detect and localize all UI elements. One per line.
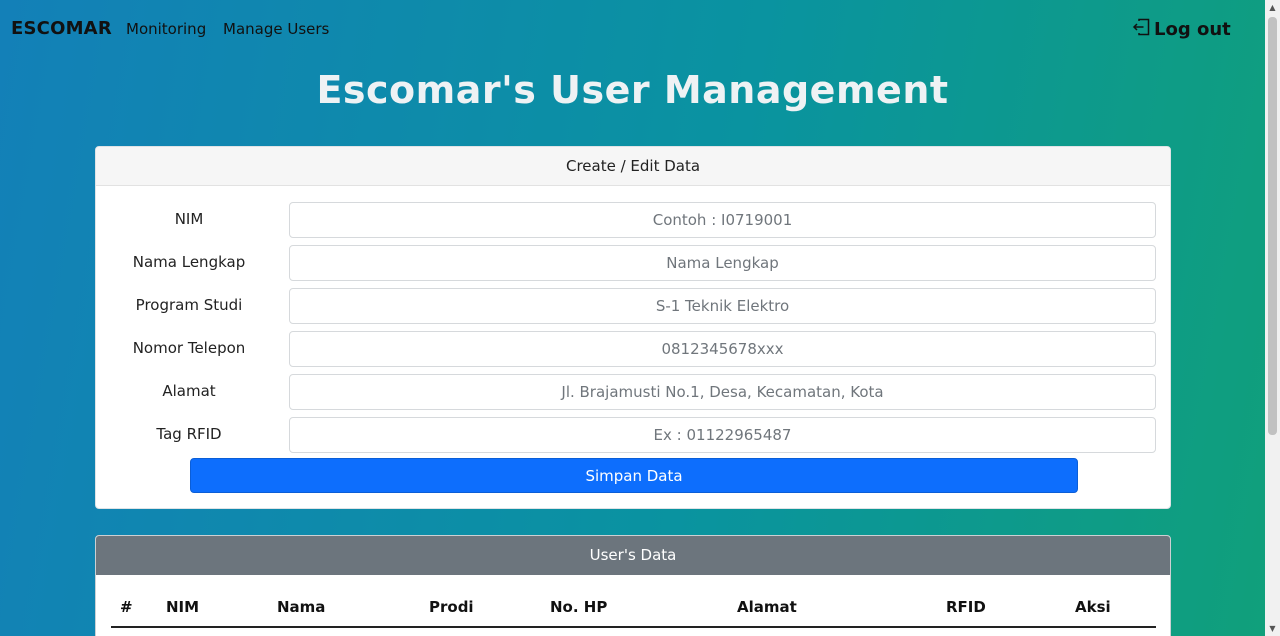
logout-button[interactable]: Log out [1131, 17, 1231, 42]
nav-link-manage-users[interactable]: Manage Users [223, 20, 329, 38]
scroll-up-arrow-icon[interactable]: ▲ [1265, 0, 1280, 15]
column-header-rfid: RFID [946, 598, 986, 616]
form-row-rfid: Tag RFID [96, 417, 1170, 453]
column-header-number: # [120, 598, 133, 616]
nim-label: NIM [174, 210, 204, 228]
program-studi-label: Program Studi [135, 296, 243, 314]
form-row-nim: NIM [96, 202, 1170, 238]
nama-lengkap-label: Nama Lengkap [132, 253, 246, 271]
program-studi-input[interactable] [289, 288, 1156, 324]
nama-lengkap-input[interactable] [289, 245, 1156, 281]
create-edit-header: Create / Edit Data [96, 147, 1170, 186]
column-header-nama: Nama [277, 598, 326, 616]
column-header-nim: NIM [166, 598, 200, 616]
table-header-row: # NIM Nama Prodi No. HP Alamat RFID Aksi [111, 592, 1156, 628]
form-row-telepon: Nomor Telepon [96, 331, 1170, 367]
navbar: ESCOMAR Monitoring Manage Users Log out [0, 0, 1265, 58]
nomor-telepon-label: Nomor Telepon [132, 339, 246, 357]
column-header-alamat: Alamat [737, 598, 797, 616]
page-scrollbar[interactable]: ▲ ▼ [1265, 0, 1280, 636]
users-data-header: User's Data [96, 536, 1170, 575]
alamat-input[interactable] [289, 374, 1156, 410]
create-edit-card: Create / Edit Data NIM Nama Lengkap Prog… [95, 146, 1171, 509]
tag-rfid-input[interactable] [289, 417, 1156, 453]
column-header-no-hp: No. HP [550, 598, 608, 616]
column-header-aksi: Aksi [1075, 598, 1111, 616]
nav-link-monitoring[interactable]: Monitoring [126, 20, 206, 38]
users-data-card: User's Data # NIM Nama Prodi No. HP Alam… [95, 535, 1171, 636]
form-row-alamat: Alamat [96, 374, 1170, 410]
tag-rfid-label: Tag RFID [156, 425, 222, 443]
nomor-telepon-input[interactable] [289, 331, 1156, 367]
scrollbar-thumb[interactable] [1268, 17, 1277, 435]
logout-label: Log out [1154, 19, 1231, 40]
scroll-down-arrow-icon[interactable]: ▼ [1265, 621, 1280, 636]
nim-input[interactable] [289, 202, 1156, 238]
logout-icon [1131, 17, 1151, 42]
page-title: Escomar's User Management [316, 68, 949, 112]
form-row-prodi: Program Studi [96, 288, 1170, 324]
simpan-data-button[interactable]: Simpan Data [190, 458, 1078, 493]
brand-logo[interactable]: ESCOMAR [11, 18, 112, 39]
form-row-nama: Nama Lengkap [96, 245, 1170, 281]
alamat-label: Alamat [162, 382, 216, 400]
column-header-prodi: Prodi [429, 598, 474, 616]
